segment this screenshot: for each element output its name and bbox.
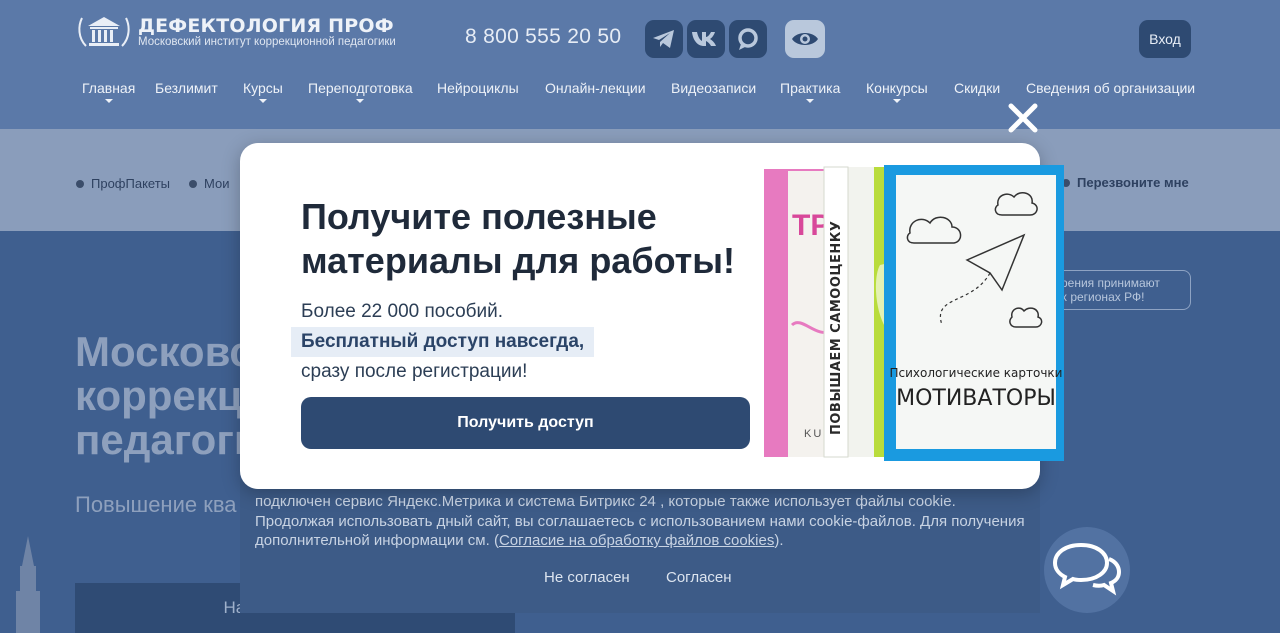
nav-label: Онлайн-лекции <box>545 80 646 96</box>
chevron-down-icon <box>356 99 365 103</box>
book-front-line1: Психологические карточки <box>890 366 1063 380</box>
chevron-down-icon <box>258 99 267 103</box>
cookie-decline-button[interactable]: Не согласен <box>544 569 630 586</box>
nav-label: Главная <box>82 80 136 96</box>
nav-item-home[interactable]: Главная <box>82 80 135 103</box>
nav-label: Конкурсы <box>866 80 928 96</box>
bullet-icon <box>189 179 197 188</box>
eye-icon <box>792 33 818 45</box>
nav-item-contests[interactable]: Конкурсы <box>866 80 928 103</box>
cookie-consent-link[interactable]: Согласие на обработку файлов cookies <box>499 532 774 549</box>
hero-subtitle: Повышение ква <box>75 492 237 517</box>
telegram-icon <box>653 30 674 48</box>
nav-item-organization-info[interactable]: Сведения об организации <box>1026 80 1195 96</box>
cookie-banner: подключен сервис Яндекс.Метрика и систем… <box>240 480 1040 613</box>
breadcrumb-item-my[interactable]: Мои <box>189 176 229 191</box>
book-middle-title: ПОВЫШАЕМ САМООЦЕНКУ <box>829 221 844 435</box>
modal-highlight-text: Бесплатный доступ навсегда, <box>291 327 595 357</box>
accessibility-button[interactable] <box>785 20 825 58</box>
modal-title: Получите полезные материалы для работы! <box>301 196 736 281</box>
cookie-text: подключен сервис Яндекс.Метрика и систем… <box>255 492 1025 551</box>
nav-label: Курсы <box>243 80 283 96</box>
main-nav: Главная Безлимит Курсы Переподготовка Не… <box>0 80 1280 110</box>
books-illustration: ТР М KUM ПОВЫШАЕМ САМООЦЕНКУ Психологиче… <box>764 165 1064 461</box>
telegram-button[interactable] <box>645 20 683 58</box>
chat-button[interactable] <box>1044 527 1130 613</box>
max-icon <box>738 28 758 50</box>
breadcrumb-item-profpackets[interactable]: ПрофПакеты <box>76 176 170 191</box>
phone-number[interactable]: 8 800 555 20 50 <box>465 25 621 49</box>
cookie-accept-button[interactable]: Согласен <box>666 569 732 586</box>
cookie-text-part: ). <box>774 532 784 549</box>
promo-modal: Получите полезные материалы для работы! … <box>240 143 1064 489</box>
building-logo-icon <box>78 17 130 47</box>
hero-title-line: Московс <box>75 328 253 375</box>
nav-item-neurocycles[interactable]: Нейроциклы <box>437 80 519 96</box>
breadcrumb-label: ПрофПакеты <box>91 176 171 191</box>
close-icon[interactable] <box>1005 100 1041 136</box>
nav-item-retraining[interactable]: Переподготовка <box>308 80 413 103</box>
modal-text-line: Более 22 000 пособий. <box>301 301 504 322</box>
book-front-line2: МОТИВАТОРЫ <box>896 386 1056 411</box>
hero-title: Московс коррекц педагоги <box>75 330 260 462</box>
chat-bubbles-icon <box>1052 542 1122 596</box>
nav-item-videos[interactable]: Видеозаписи <box>671 80 756 96</box>
nav-item-unlimited[interactable]: Безлимит <box>155 80 218 96</box>
nav-item-courses[interactable]: Курсы <box>243 80 283 103</box>
notice-line: рения принимают <box>1061 276 1160 290</box>
nav-label: Безлимит <box>155 80 218 96</box>
kremlin-tower-icon <box>16 536 40 633</box>
max-button[interactable] <box>729 20 767 58</box>
callback-label: Перезвоните мне <box>1077 175 1189 190</box>
hero-title-line: педагоги <box>75 416 260 463</box>
site-header: ДЕФЕКТОЛОГИЯ ПРОФ Московский институт ко… <box>0 0 1280 129</box>
logo-title: ДЕФЕКТОЛОГИЯ ПРОФ <box>138 14 394 37</box>
nav-label: Скидки <box>954 80 1001 96</box>
get-access-button[interactable]: Получить доступ <box>301 397 750 449</box>
nav-item-practice[interactable]: Практика <box>780 80 840 103</box>
breadcrumb-label: Мои <box>204 176 230 191</box>
logo-subtitle: Московский институт коррекционной педаго… <box>138 35 396 48</box>
vk-icon <box>692 32 716 46</box>
bullet-icon <box>76 179 84 188</box>
notice-line: х регионах РФ! <box>1061 290 1145 304</box>
modal-text-line: сразу после регистрации! <box>301 361 528 382</box>
chevron-down-icon <box>892 99 901 103</box>
logo[interactable]: ДЕФЕКТОЛОГИЯ ПРОФ Московский институт ко… <box>76 14 396 50</box>
nav-label: Сведения об организации <box>1026 80 1196 96</box>
callback-link[interactable]: Перезвоните мне <box>1062 175 1189 190</box>
nav-label: Практика <box>780 80 841 96</box>
chevron-down-icon <box>104 99 113 103</box>
hero-title-line: коррекц <box>75 372 243 419</box>
chevron-down-icon <box>806 99 815 103</box>
nav-label: Нейроциклы <box>437 80 519 96</box>
nav-label: Переподготовка <box>308 80 413 96</box>
nav-label: Видеозаписи <box>671 80 757 96</box>
vk-button[interactable] <box>687 20 725 58</box>
nav-item-discounts[interactable]: Скидки <box>954 80 1000 96</box>
nav-item-online-lectures[interactable]: Онлайн-лекции <box>545 80 646 96</box>
login-button[interactable]: Вход <box>1139 20 1191 58</box>
